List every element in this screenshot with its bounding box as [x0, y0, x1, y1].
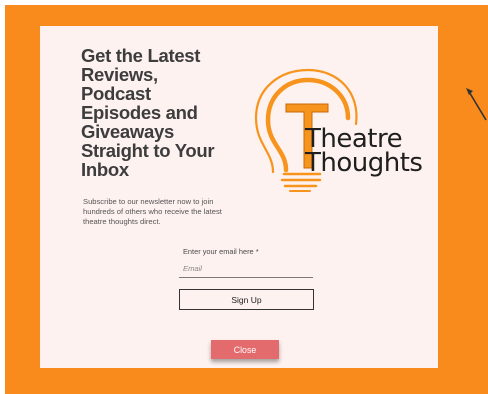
newsletter-popup: Get the Latest Reviews, Podcast Episodes… [40, 26, 438, 368]
email-field-label: Enter your email here * [183, 247, 259, 256]
theatre-thoughts-logo: Theatre Thoughts [228, 64, 428, 194]
email-field[interactable] [179, 260, 313, 278]
arrow-cursor-icon [466, 88, 487, 121]
close-button[interactable]: Close [211, 340, 279, 359]
popup-description: Subscribe to our newsletter now to join … [83, 197, 222, 226]
popup-headline: Get the Latest Reviews, Podcast Episodes… [81, 45, 215, 180]
logo-text-thoughts: Thoughts [305, 148, 423, 178]
sign-up-button[interactable]: Sign Up [179, 289, 314, 310]
